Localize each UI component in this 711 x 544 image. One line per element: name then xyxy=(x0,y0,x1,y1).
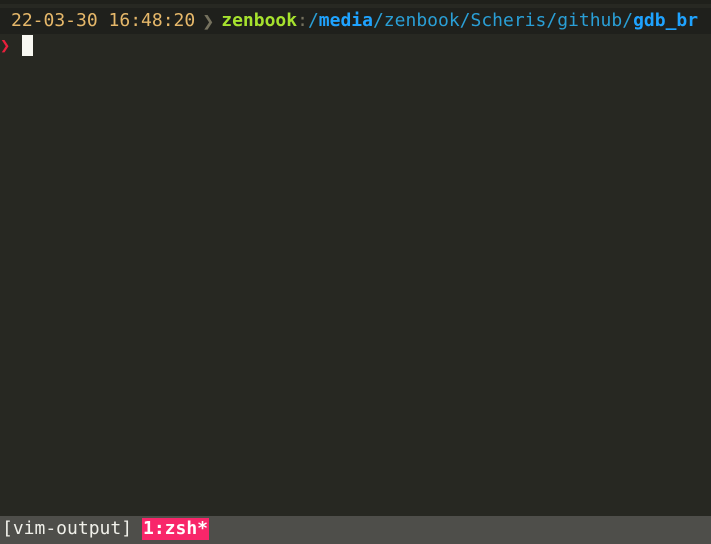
path-media: media xyxy=(318,10,373,31)
tmux-session-name[interactable]: [vim-output] xyxy=(2,516,132,542)
path-colon: : xyxy=(297,10,308,31)
terminal-input-line[interactable]: ❯ xyxy=(0,34,711,58)
path-root-slash: / xyxy=(307,10,319,31)
path-current-dir: gdb_br xyxy=(633,10,699,31)
prompt-char: ❯ xyxy=(0,36,11,56)
prompt-info-line: 22-03-30 16:48:20 ❯ zenbook:/media/zenbook… xyxy=(0,8,711,34)
window-top-edge xyxy=(0,0,711,4)
chevron-right-icon: ❯ xyxy=(202,9,215,33)
tmux-window-tab-active[interactable]: 1:zsh* xyxy=(142,518,210,540)
text-cursor xyxy=(22,35,33,56)
prompt-datetime: 22-03-30 16:48:20 xyxy=(11,10,196,31)
path-middle: /zenbook/Scheris/github/ xyxy=(372,10,634,31)
tmux-status-bar: [vim-output] 1:zsh* xyxy=(0,516,711,544)
prompt-host: zenbook xyxy=(221,10,298,31)
